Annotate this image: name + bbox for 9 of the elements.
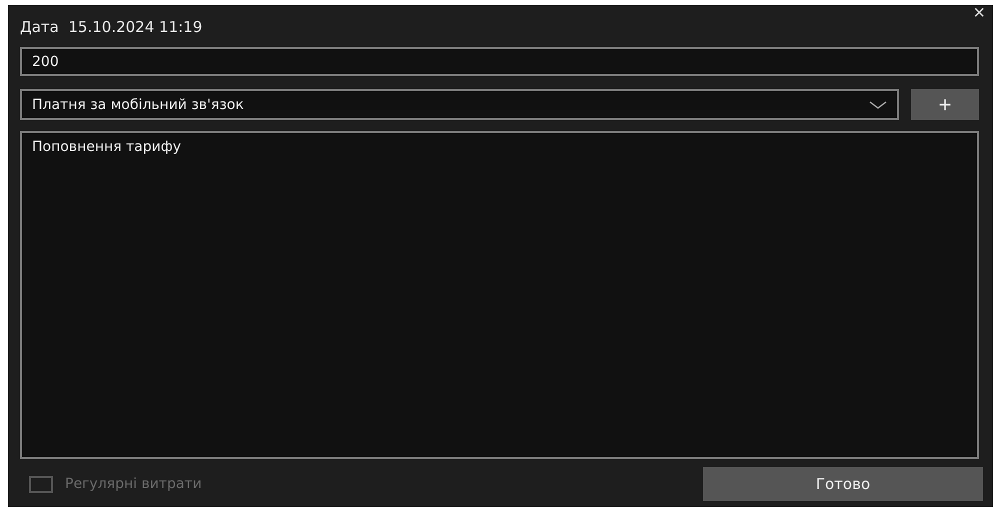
close-button[interactable]: × — [973, 3, 985, 23]
amount-field[interactable]: 200 — [20, 47, 979, 76]
checkbox-label: Регулярні витрати — [65, 476, 202, 492]
done-button[interactable]: Готово — [703, 467, 983, 501]
note-field[interactable]: Поповнення тарифу — [20, 131, 979, 459]
add-button[interactable]: + — [911, 89, 979, 120]
category-dropdown[interactable]: Платня за мобільний зв'язок — [20, 89, 899, 120]
chevron-down-icon — [869, 100, 887, 108]
date-title: Дата 15.10.2024 11:19 — [20, 18, 202, 36]
